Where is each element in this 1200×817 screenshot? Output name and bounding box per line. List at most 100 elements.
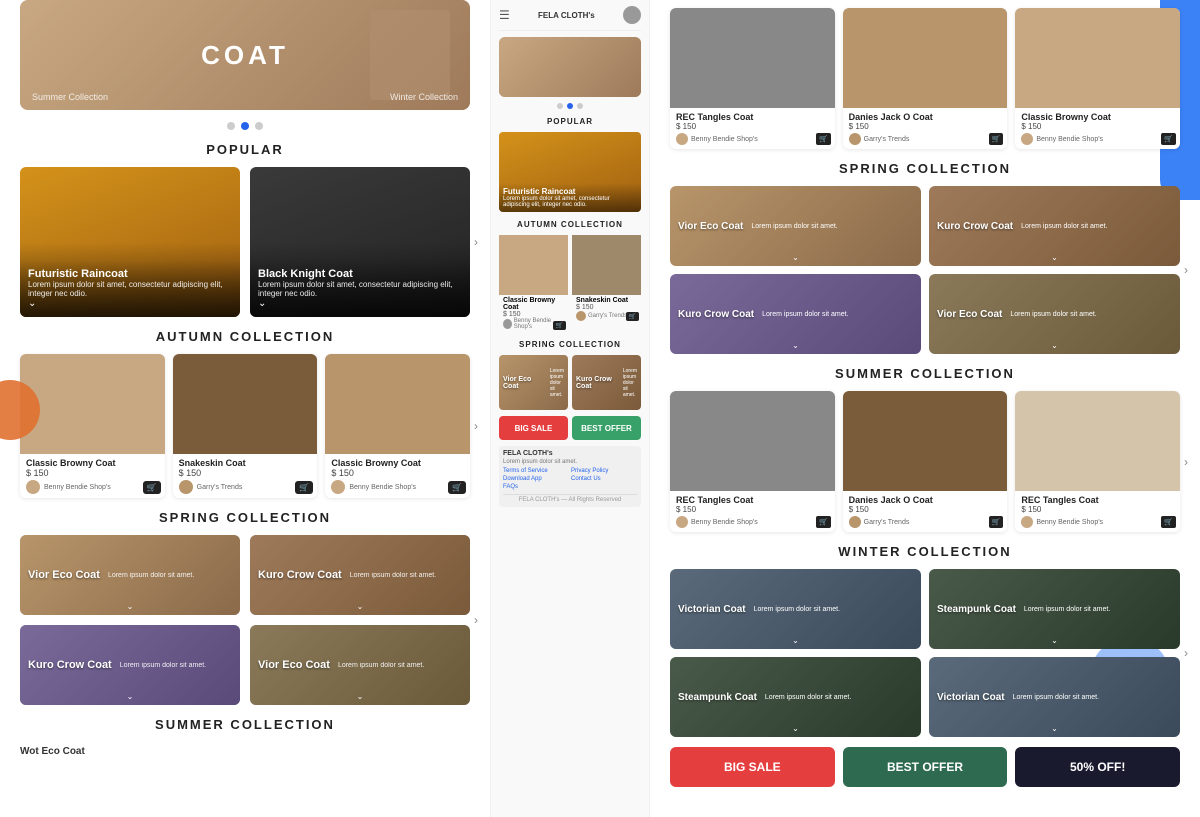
right-spring-card-4-title: Vior Eco Coat bbox=[937, 309, 1002, 320]
autumn-card-3[interactable]: Classic Browny Coat $ 150 Benny Bendie S… bbox=[325, 354, 470, 498]
mid-autumn-card-1[interactable]: Classic Browny Coat $ 150 Benny Bendie S… bbox=[499, 235, 568, 332]
autumn-card-2-seller-name: Garry's Trends bbox=[197, 484, 243, 491]
right-winter-card-1[interactable]: Victorian Coat Lorem ipsum dolor sit ame… bbox=[670, 569, 921, 649]
footer-download-link[interactable]: Download App bbox=[503, 476, 569, 482]
big-sale-banner[interactable]: BIG SALE bbox=[670, 747, 835, 787]
right-summer-sname-2: Garry's Trends bbox=[864, 519, 910, 526]
chevron-down-icon: ⌄ bbox=[28, 298, 232, 309]
right-summer-card-1[interactable]: REC Tangles Coat $ 150 Benny Bendie Shop… bbox=[670, 391, 835, 532]
dot-2[interactable] bbox=[241, 122, 249, 130]
right-winter-card-4[interactable]: Victorian Coat Lorem ipsum dolor sit ame… bbox=[929, 657, 1180, 737]
spring-card-4-title: Vior Eco Coat bbox=[258, 659, 330, 671]
right-winter-card-2[interactable]: Steampunk Coat Lorem ipsum dolor sit ame… bbox=[929, 569, 1180, 649]
spring-card-3[interactable]: Kuro Crow Coat Lorem ipsum dolor sit ame… bbox=[20, 625, 240, 705]
mid-spring-card-1[interactable]: Vior Eco Coat Lorem ipsum dolor sit amet… bbox=[499, 355, 568, 410]
autumn-card-1-wrapper: Classic Browny Coat $ 150 Benny Bendie S… bbox=[20, 354, 165, 498]
right-spring-card-3[interactable]: Kuro Crow Coat Lorem ipsum dolor sit ame… bbox=[670, 274, 921, 354]
right-summer-card-2[interactable]: Danies Jack O Coat $ 150 Garry's Trends … bbox=[843, 391, 1008, 532]
footer-contact-link[interactable]: Contact Us bbox=[571, 476, 637, 482]
right-winter-card-3-desc: Lorem ipsum dolor sit amet. bbox=[765, 694, 913, 701]
right-summer-cart-3[interactable]: 🛒 bbox=[1161, 516, 1176, 528]
autumn-card-2[interactable]: Snakeskin Coat $ 150 Garry's Trends 🛒 bbox=[173, 354, 318, 498]
hamburger-icon[interactable]: ☰ bbox=[499, 8, 510, 22]
autumn-scroll-arrow[interactable]: › bbox=[474, 419, 478, 433]
autumn-card-2-name: Snakeskin Coat bbox=[179, 458, 312, 468]
right-winter-card-3-title: Steampunk Coat bbox=[678, 692, 757, 703]
autumn-card-2-wrapper: Snakeskin Coat $ 150 Garry's Trends 🛒 bbox=[173, 354, 318, 498]
mid-user-avatar[interactable] bbox=[623, 6, 641, 24]
spring-card-1[interactable]: Vior Eco Coat Lorem ipsum dolor sit amet… bbox=[20, 535, 240, 615]
mid-autumn-avatar-1 bbox=[503, 319, 512, 329]
right-hero-body-3: Classic Browny Coat $ 150 Benny Bendie S… bbox=[1015, 108, 1180, 149]
right-summer-body-2: Danies Jack O Coat $ 150 Garry's Trends bbox=[843, 491, 1008, 532]
right-spring-card-1[interactable]: Vior Eco Coat Lorem ipsum dolor sit amet… bbox=[670, 186, 921, 266]
summer-section-title: SUMMER COLLECTION bbox=[20, 717, 470, 732]
right-winter-card-4-desc: Lorem ipsum dolor sit amet. bbox=[1013, 694, 1172, 701]
right-hero-seller-row-1: Benny Bendie Shop's bbox=[676, 133, 829, 145]
mid-dot-3[interactable] bbox=[577, 103, 583, 109]
right-hero-name-3: Classic Browny Coat bbox=[1021, 112, 1174, 122]
mid-spring-title-2: Kuro Crow Coat bbox=[576, 376, 621, 390]
spring-scroll-arrow[interactable]: › bbox=[474, 613, 478, 627]
right-spring-card-1-desc: Lorem ipsum dolor sit amet. bbox=[751, 223, 913, 230]
mid-spring-desc-1: Lorem ipsum dolor sit amet. bbox=[550, 368, 564, 398]
right-winter-card-3[interactable]: Steampunk Coat Lorem ipsum dolor sit ame… bbox=[670, 657, 921, 737]
spring-card-1-title: Vior Eco Coat bbox=[28, 569, 100, 581]
right-summer-cart-2[interactable]: 🛒 bbox=[989, 516, 1004, 528]
mid-spring-card-2[interactable]: Kuro Crow Coat Lorem ipsum dolor sit ame… bbox=[572, 355, 641, 410]
footer-terms-link[interactable]: Terms of Service bbox=[503, 468, 569, 474]
best-offer-banner[interactable]: BEST OFFER bbox=[843, 747, 1008, 787]
autumn-card-3-cart[interactable]: 🛒 bbox=[448, 481, 466, 494]
autumn-card-1-cart[interactable]: 🛒 bbox=[143, 481, 161, 494]
mid-autumn-cart-1[interactable]: 🛒 bbox=[553, 321, 566, 330]
mid-best-offer-banner[interactable]: BEST OFFER bbox=[572, 416, 641, 440]
spring-card-2[interactable]: Kuro Crow Coat Lorem ipsum dolor sit ame… bbox=[250, 535, 470, 615]
right-scroll-arrow[interactable]: › bbox=[474, 235, 478, 249]
right-hero-name-1: REC Tangles Coat bbox=[676, 112, 829, 122]
mid-big-sale-banner[interactable]: BIG SALE bbox=[499, 416, 568, 440]
footer-faqs-link[interactable]: FAQs bbox=[503, 484, 569, 490]
mid-spring-desc-2: Lorem ipsum dolor sit amet. bbox=[623, 368, 637, 398]
mid-autumn-cart-2[interactable]: 🛒 bbox=[626, 312, 639, 321]
right-hero-cart-2[interactable]: 🛒 bbox=[989, 133, 1004, 145]
right-hero-cart-3[interactable]: 🛒 bbox=[1161, 133, 1176, 145]
autumn-card-1-price: $ 150 bbox=[26, 468, 159, 478]
winter-chevron-2: ⌄ bbox=[1051, 636, 1058, 645]
right-hero-cart-1[interactable]: 🛒 bbox=[816, 133, 831, 145]
right-hero-card-1[interactable]: REC Tangles Coat $ 150 Benny Bendie Shop… bbox=[670, 8, 835, 149]
mid-spring-card-2-overlay: Kuro Crow Coat Lorem ipsum dolor sit ame… bbox=[572, 355, 641, 410]
dot-1[interactable] bbox=[227, 122, 235, 130]
spring-card-4[interactable]: Vior Eco Coat Lorem ipsum dolor sit amet… bbox=[250, 625, 470, 705]
mid-autumn-card-2[interactable]: Snakeskin Coat $ 150 Garry's Trends 🛒 bbox=[572, 235, 641, 332]
popular-section-title: POPULAR bbox=[20, 142, 470, 157]
right-hero-card-2[interactable]: Danies Jack O Coat $ 150 Garry's Trends … bbox=[843, 8, 1008, 149]
popular-card-2[interactable]: Black Knight Coat Lorem ipsum dolor sit … bbox=[250, 167, 470, 317]
right-spring-card-2[interactable]: Kuro Crow Coat Lorem ipsum dolor sit ame… bbox=[929, 186, 1180, 266]
right-summer-card-3[interactable]: REC Tangles Coat $ 150 Benny Bendie Shop… bbox=[1015, 391, 1180, 532]
mid-brand: FELA CLOTH's bbox=[538, 11, 595, 20]
mid-popular-card-1[interactable]: Futuristic Raincoat Lorem ipsum dolor si… bbox=[499, 132, 641, 212]
popular-card-1[interactable]: Futuristic Raincoat Lorem ipsum dolor si… bbox=[20, 167, 240, 317]
right-summer-scroll-arrow[interactable]: › bbox=[1184, 455, 1188, 469]
mid-popular-card-1-title: Futuristic Raincoat bbox=[503, 187, 637, 196]
autumn-card-3-wrapper: Classic Browny Coat $ 150 Benny Bendie S… bbox=[325, 354, 470, 498]
right-winter-scroll-arrow[interactable]: › bbox=[1184, 646, 1188, 660]
right-hero-sname-1: Benny Bendie Shop's bbox=[691, 136, 758, 143]
right-spring-scroll-arrow[interactable]: › bbox=[1184, 263, 1188, 277]
right-panel: REC Tangles Coat $ 150 Benny Bendie Shop… bbox=[650, 0, 1200, 817]
mid-autumn-title: AUTUMN COLLECTION bbox=[499, 220, 641, 229]
popular-card-1-title: Futuristic Raincoat bbox=[28, 268, 232, 280]
right-summer-cart-1[interactable]: 🛒 bbox=[816, 516, 831, 528]
autumn-card-2-cart[interactable]: 🛒 bbox=[295, 481, 313, 494]
mid-spring-section-title: SPRING COLLECTION bbox=[499, 340, 641, 349]
dot-3[interactable] bbox=[255, 122, 263, 130]
fifty-off-banner[interactable]: 50% OFF! bbox=[1015, 747, 1180, 787]
right-spring-card-4[interactable]: Vior Eco Coat Lorem ipsum dolor sit amet… bbox=[929, 274, 1180, 354]
mid-dot-1[interactable] bbox=[557, 103, 563, 109]
footer-privacy-link[interactable]: Privacy Policy bbox=[571, 468, 637, 474]
popular-card-2-title: Black Knight Coat bbox=[258, 268, 462, 280]
autumn-card-1[interactable]: Classic Browny Coat $ 150 Benny Bendie S… bbox=[20, 354, 165, 498]
mid-dot-2[interactable] bbox=[567, 103, 573, 109]
mid-autumn-img-1 bbox=[499, 235, 568, 295]
right-hero-card-3[interactable]: Classic Browny Coat $ 150 Benny Bendie S… bbox=[1015, 8, 1180, 149]
